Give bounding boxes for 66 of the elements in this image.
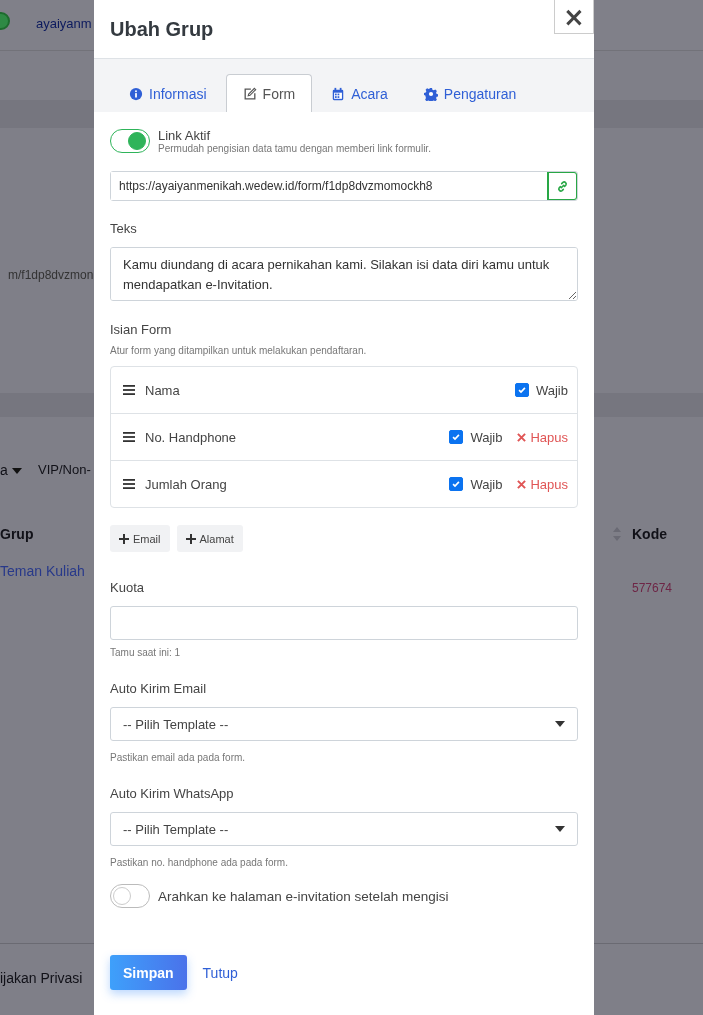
column-header[interactable]: Kode [632, 526, 667, 542]
toggle-switch[interactable] [110, 884, 150, 908]
toggle-label: Link Aktif [158, 128, 212, 143]
settings-icon [423, 86, 438, 101]
tab[interactable]: Pengaturan [406, 74, 534, 112]
field-label: Auto Kirim WhatsApp [110, 786, 235, 801]
tab[interactable]: Acara [314, 74, 405, 112]
copy-link-button[interactable] [547, 172, 577, 200]
field-name: Nama [145, 382, 181, 398]
info-icon [129, 86, 143, 101]
plus-icon [185, 533, 196, 544]
edit-icon [242, 86, 257, 101]
link-icon [556, 179, 569, 193]
field-label: Isian Form [110, 322, 173, 337]
remove-link[interactable]: Hapus [517, 476, 568, 492]
add-field-button[interactable]: Email [110, 525, 170, 552]
checkbox[interactable] [449, 430, 464, 444]
site-link[interactable]: ayaiyanm [36, 16, 92, 31]
filter-dropdown[interactable]: VIP/Non- [38, 462, 91, 477]
close-link[interactable]: Tutup [202, 964, 238, 981]
plus-icon [119, 533, 129, 544]
template-select[interactable]: -- Pilih Template -- [110, 707, 578, 741]
tab[interactable]: Form [225, 74, 313, 112]
field-name: No. Handphone [145, 429, 238, 445]
add-field-button[interactable]: Alamat [176, 525, 243, 552]
field-label: Kuota [110, 580, 145, 595]
tab[interactable]: Informasi [112, 74, 224, 112]
quota-input[interactable] [110, 606, 578, 640]
template-select[interactable]: -- Pilih Template -- [110, 812, 578, 846]
calendar-icon [331, 86, 346, 101]
remove-link[interactable]: Hapus [517, 429, 568, 445]
toggle-switch[interactable] [110, 129, 150, 153]
modal-title: Ubah Grup [110, 17, 214, 41]
field-label: Teks [110, 221, 138, 236]
group-link[interactable]: Teman Kuliah [0, 563, 85, 579]
checkbox-label: Wajib [470, 429, 503, 445]
drag-handle-icon[interactable] [123, 432, 135, 442]
help-text: Pastikan email ada pada form. [110, 752, 247, 763]
text-area[interactable]: Kamu diundang di acara pernikahan kami. Silakan isi data diri kamu untuk mendapatkan e-Invitation. [110, 247, 578, 301]
checkbox-label: Wajib [535, 382, 568, 398]
help-text: Pastikan no. handphone ada pada form. [110, 857, 289, 868]
drag-handle-icon[interactable] [123, 479, 135, 489]
table-cell: 577674 [632, 581, 673, 595]
close-icon [517, 479, 527, 489]
help-text: Tamu saat ini: 1 [110, 647, 182, 658]
save-button[interactable]: Simpan [110, 955, 187, 990]
check-icon [516, 385, 527, 395]
checkbox[interactable] [449, 477, 464, 491]
filter-dropdown[interactable]: a [0, 462, 22, 478]
close-button[interactable]: × [554, 0, 594, 34]
field-name: Jumlah Orang [145, 476, 228, 492]
check-icon [451, 479, 462, 489]
help-text: Atur form yang ditampilkan untuk melakukan pendaftaran. [110, 345, 368, 356]
footer-link[interactable]: ijakan Privasi [0, 970, 83, 986]
field-label: Auto Kirim Email [110, 681, 208, 696]
checkbox[interactable] [514, 383, 529, 397]
form-url-text: m/f1dp8dvzmon [7, 268, 95, 282]
checkbox-label: Wajib [470, 476, 503, 492]
caret-icon [11, 468, 22, 475]
check-icon [451, 432, 462, 442]
column-header[interactable]: Grup [0, 526, 34, 542]
url-field[interactable]: https://ayaiyanmenikah.wedew.id/form/f1dp8dvzmomockh8 [110, 171, 578, 201]
drag-handle-icon[interactable] [123, 385, 135, 395]
close-icon [517, 432, 527, 442]
toggle-label: Arahkan ke halaman e-invitation setelah mengisi [158, 888, 449, 904]
help-text: Permudah pengisian data tamu dengan memberi link formulir. [158, 143, 431, 154]
